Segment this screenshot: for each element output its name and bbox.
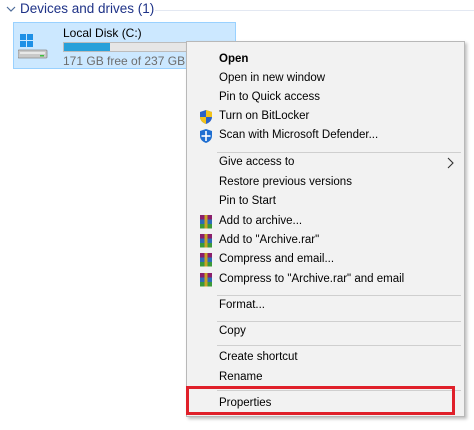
- menu-item-scan-defender[interactable]: Scan with Microsoft Defender...: [189, 125, 462, 147]
- menu-item-pin-start[interactable]: Pin to Start: [189, 191, 462, 213]
- drive-usage-fill: [64, 43, 111, 51]
- menu-item-give-access[interactable]: Give access to: [189, 152, 462, 174]
- menu-item-label: Restore previous versions: [219, 176, 352, 188]
- winrar-icon: [200, 273, 212, 287]
- uac-shield-icon: [200, 110, 212, 124]
- menu-item-label: Give access to: [219, 156, 295, 168]
- menu-item-label: Create shortcut: [219, 351, 298, 363]
- menu-item-label: Turn on BitLocker: [219, 110, 310, 122]
- menu-item-compress-archive-email[interactable]: Compress to "Archive.rar" and email: [189, 269, 462, 291]
- drive-free-space: 171 GB free of 237 GB: [63, 54, 186, 68]
- menu-item-label: Pin to Quick access: [219, 91, 320, 103]
- menu-item-compress-email[interactable]: Compress and email...: [189, 249, 462, 271]
- winrar-icon: [200, 215, 212, 229]
- menu-item-label: Add to "Archive.rar": [219, 234, 320, 246]
- menu-item-label: Rename: [219, 371, 263, 383]
- hard-drive-icon: [18, 34, 48, 59]
- properties-highlight-box: [186, 386, 455, 415]
- menu-item-label: Open: [219, 53, 249, 65]
- menu-item-label: Format...: [219, 299, 266, 311]
- menu-item-label: Compress to "Archive.rar" and email: [219, 273, 405, 285]
- chevron-down-icon[interactable]: [5, 3, 17, 15]
- devices-group-header[interactable]: Devices and drives (1): [0, 0, 474, 20]
- menu-item-format[interactable]: Format...: [189, 295, 462, 317]
- group-divider: [155, 10, 474, 11]
- group-title: Devices and drives (1): [20, 1, 155, 16]
- winrar-icon: [200, 253, 212, 267]
- menu-item-label: Compress and email...: [219, 253, 335, 265]
- menu-item-label: Scan with Microsoft Defender...: [219, 129, 379, 141]
- menu-item-label: Add to archive...: [219, 215, 303, 227]
- menu-item-label: Copy: [219, 325, 246, 337]
- context-menu: Open Open in new window Pin to Quick acc…: [186, 41, 465, 417]
- drive-name: Local Disk (C:): [63, 26, 142, 40]
- menu-item-create-shortcut[interactable]: Create shortcut: [189, 347, 462, 369]
- menu-item-label: Pin to Start: [219, 195, 276, 207]
- chevron-right-icon: [447, 157, 454, 169]
- menu-separator: [217, 345, 461, 346]
- menu-item-copy[interactable]: Copy: [189, 321, 462, 343]
- winrar-icon: [200, 234, 212, 248]
- menu-item-label: Open in new window: [219, 72, 326, 84]
- defender-icon: [200, 129, 212, 143]
